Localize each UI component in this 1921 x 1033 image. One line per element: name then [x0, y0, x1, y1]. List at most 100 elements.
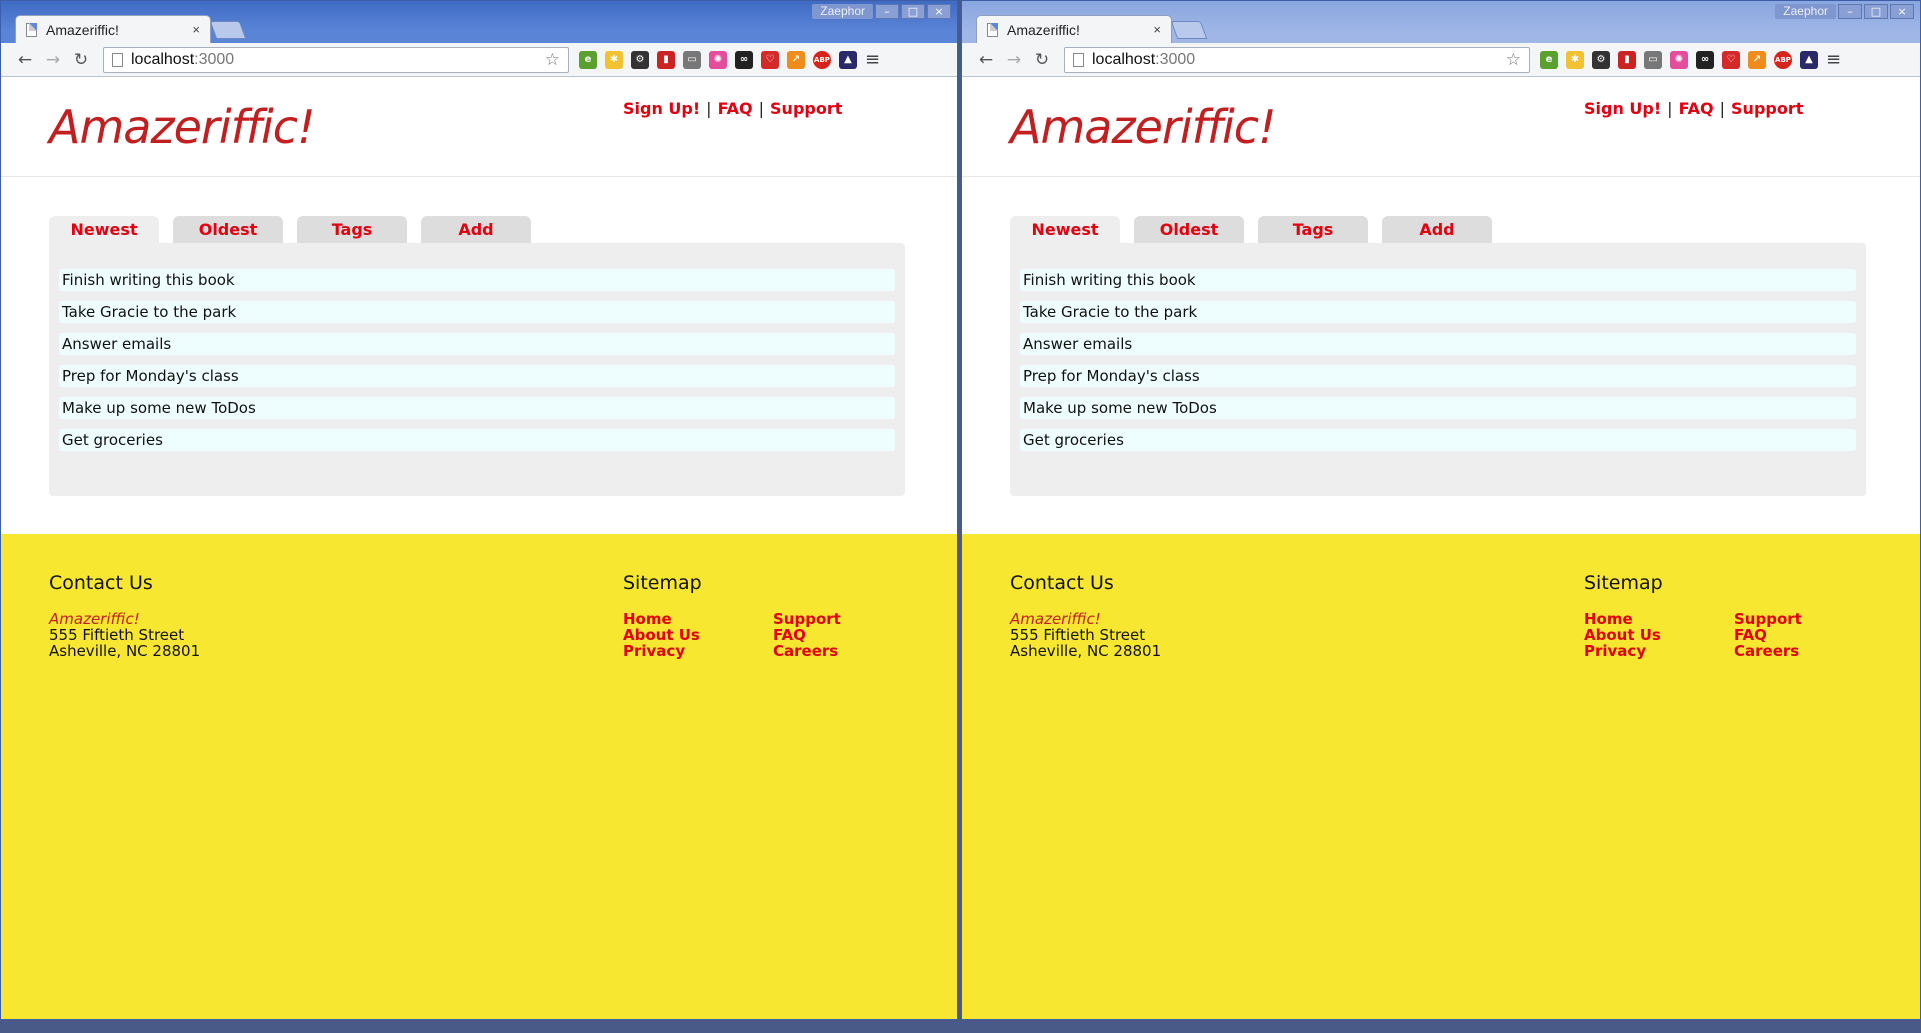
reload-icon[interactable]: ↻ [1028, 50, 1056, 70]
tab-strip: Amazeriffic! × Zaephor – □ × [1, 1, 957, 43]
url-host: localhost [131, 50, 195, 68]
list-item: Prep for Monday's class [59, 365, 895, 387]
sitemap-heading: Sitemap [1584, 572, 1663, 594]
glasses-icon[interactable]: ∞ [1696, 50, 1714, 69]
close-window-button[interactable]: × [1890, 4, 1914, 19]
sitemap-careers-link[interactable]: Careers [1734, 642, 1799, 660]
maximize-button[interactable]: □ [1864, 4, 1888, 19]
todo-tabs: Newest Oldest Tags Add [49, 216, 531, 243]
support-link[interactable]: Support [1731, 99, 1803, 118]
menu-icon[interactable]: ≡ [1826, 49, 1841, 70]
heart-icon[interactable]: ♡ [1722, 50, 1740, 69]
page-info-icon[interactable] [112, 52, 123, 67]
company-name: Amazeriffic! [49, 610, 140, 628]
new-tab-button[interactable] [1170, 21, 1208, 39]
color-wheel-icon[interactable]: ✺ [1670, 50, 1688, 69]
back-icon[interactable]: ← [972, 50, 1000, 70]
bookmark-star-icon[interactable]: ☆ [545, 50, 560, 70]
browser-frame: Amazeriffic! × Zaephor – □ × ← → ↻ local… [962, 1, 1920, 77]
red-ext-icon[interactable]: ▮ [1618, 50, 1636, 69]
site-header: Amazeriffic! Sign Up! | FAQ | Support [1, 78, 957, 177]
browser-toolbar: ← → ↻ localhost:3000 ☆ e ✱ ⚙ ▮ ▭ ✺ ∞ ♡ ↗ ABP ▲ ≡ [962, 43, 1920, 77]
sitemap-privacy-link[interactable]: Privacy [1584, 642, 1646, 660]
signup-link[interactable]: Sign Up! [623, 99, 700, 118]
maximize-button[interactable]: □ [901, 4, 925, 19]
forward-icon[interactable]: → [39, 50, 67, 70]
tab-close-icon[interactable]: × [192, 22, 200, 37]
signup-link[interactable]: Sign Up! [1584, 99, 1661, 118]
sitemap-careers-link[interactable]: Careers [773, 642, 838, 660]
note-icon[interactable]: ✱ [605, 50, 623, 69]
sitemap-column-1: Home About Us Privacy [623, 611, 773, 659]
tab-newest[interactable]: Newest [1010, 216, 1120, 243]
minimize-button[interactable]: – [875, 4, 899, 19]
todo-list: Finish writing this book Take Gracie to … [49, 243, 905, 496]
chart-icon[interactable]: ↗ [1748, 50, 1766, 69]
extension-icons: e ✱ ⚙ ▮ ▭ ✺ ∞ ♡ ↗ ABP ▲ [579, 50, 857, 69]
tab-close-icon[interactable]: × [1153, 22, 1161, 37]
chart-icon[interactable]: ↗ [787, 50, 805, 69]
forward-icon[interactable]: → [1000, 50, 1028, 70]
list-item: Answer emails [59, 333, 895, 355]
dark-ext-icon[interactable]: ▲ [839, 50, 857, 69]
adblock-icon[interactable]: ABP [1774, 50, 1792, 69]
new-tab-button[interactable] [209, 21, 247, 39]
window-controls: – □ × [875, 4, 951, 19]
gear-icon[interactable]: ⚙ [1592, 50, 1610, 69]
profile-button[interactable]: Zaephor [812, 4, 873, 19]
nav-separator: | [1719, 99, 1726, 118]
address: Amazeriffic! 555 Fiftieth Street Ashevil… [49, 611, 200, 659]
tab-oldest[interactable]: Oldest [173, 216, 283, 243]
close-window-button[interactable]: × [927, 4, 951, 19]
menu-icon[interactable]: ≡ [865, 49, 880, 70]
company-name: Amazeriffic! [1010, 610, 1101, 628]
page-info-icon[interactable] [1073, 52, 1084, 67]
dark-ext-icon[interactable]: ▲ [1800, 50, 1818, 69]
evernote-icon[interactable]: e [579, 50, 597, 69]
heart-icon[interactable]: ♡ [761, 50, 779, 69]
bookmark-star-icon[interactable]: ☆ [1506, 50, 1521, 70]
url-host: localhost [1092, 50, 1156, 68]
profile-button[interactable]: Zaephor [1775, 4, 1836, 19]
main-content: Newest Oldest Tags Add Finish writing th… [962, 177, 1920, 534]
support-link[interactable]: Support [770, 99, 842, 118]
note-icon[interactable]: ✱ [1566, 50, 1584, 69]
page-icon [26, 22, 37, 37]
minimize-button[interactable]: – [1838, 4, 1862, 19]
glasses-icon[interactable]: ∞ [735, 50, 753, 69]
contact-section: Contact Us Amazeriffic! 555 Fiftieth Str… [49, 572, 200, 659]
color-wheel-icon[interactable]: ✺ [709, 50, 727, 69]
address-bar[interactable]: localhost:3000 ☆ [1064, 46, 1530, 73]
todo-tabs: Newest Oldest Tags Add [1010, 216, 1492, 243]
cast-icon[interactable]: ▭ [1644, 50, 1662, 69]
faq-link[interactable]: FAQ [1679, 99, 1714, 118]
browser-tab[interactable]: Amazeriffic! × [15, 15, 211, 43]
browser-window-right: Amazeriffic! × Zaephor – □ × ← → ↻ local… [961, 0, 1921, 1020]
tab-oldest[interactable]: Oldest [1134, 216, 1244, 243]
browser-toolbar: ← → ↻ localhost:3000 ☆ e ✱ ⚙ ▮ ▭ ✺ ∞ ♡ ↗ ABP ▲ ≡ [1, 43, 957, 77]
gear-icon[interactable]: ⚙ [631, 50, 649, 69]
tab-add[interactable]: Add [1382, 216, 1492, 243]
window-controls: – □ × [1838, 4, 1914, 19]
tab-add[interactable]: Add [421, 216, 531, 243]
back-icon[interactable]: ← [11, 50, 39, 70]
contact-heading: Contact Us [49, 572, 153, 594]
list-item: Prep for Monday's class [1020, 365, 1856, 387]
reload-icon[interactable]: ↻ [67, 50, 95, 70]
tab-newest[interactable]: Newest [49, 216, 159, 243]
sitemap-column-1: Home About Us Privacy [1584, 611, 1734, 659]
adblock-icon[interactable]: ABP [813, 50, 831, 69]
nav-separator: | [1667, 99, 1673, 118]
tab-tags[interactable]: Tags [297, 216, 407, 243]
address-bar[interactable]: localhost:3000 ☆ [103, 46, 569, 73]
evernote-icon[interactable]: e [1540, 50, 1558, 69]
cast-icon[interactable]: ▭ [683, 50, 701, 69]
browser-tab[interactable]: Amazeriffic! × [976, 15, 1172, 43]
red-ext-icon[interactable]: ▮ [657, 50, 675, 69]
list-item: Make up some new ToDos [59, 397, 895, 419]
tab-tags[interactable]: Tags [1258, 216, 1368, 243]
faq-link[interactable]: FAQ [718, 99, 753, 118]
sitemap-privacy-link[interactable]: Privacy [623, 642, 685, 660]
extension-icons: e ✱ ⚙ ▮ ▭ ✺ ∞ ♡ ↗ ABP ▲ [1540, 50, 1818, 69]
list-item: Answer emails [1020, 333, 1856, 355]
